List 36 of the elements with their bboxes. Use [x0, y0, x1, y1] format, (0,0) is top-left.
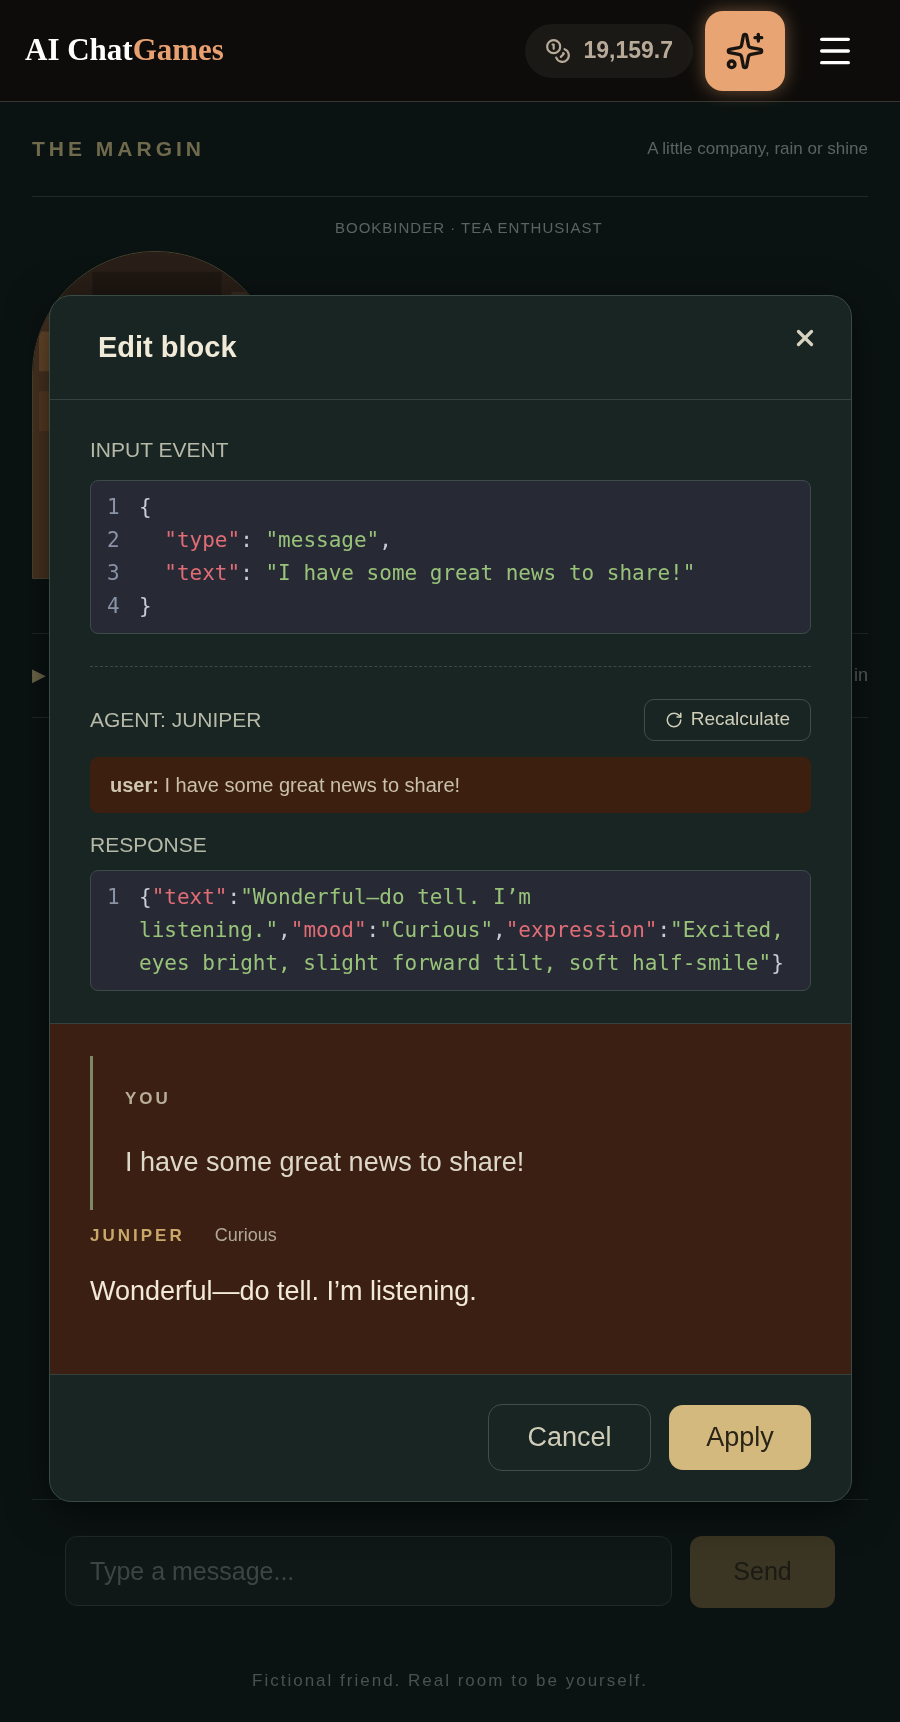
- row-text: in: [854, 664, 868, 687]
- recalculate-button[interactable]: Recalculate: [643, 698, 811, 741]
- apply-button[interactable]: Apply: [669, 1405, 811, 1470]
- footer-text: Fictional friend. Real room to be yourself.: [251, 1670, 649, 1692]
- agent-message: Wonderful—do tell. I’m listening.: [90, 1275, 478, 1308]
- section-label: RESPONSE: [90, 831, 208, 858]
- section-label: INPUT EVENT: [90, 437, 230, 463]
- sparkle-icon: [725, 30, 765, 71]
- coins-icon: [545, 37, 572, 64]
- section-label: AGENT: JUNIPER: [90, 706, 262, 733]
- prompt-message: user: I have some great news to share!: [90, 756, 811, 813]
- code-line: {"text":"Wonderful—do tell. I’m listening.","mood":"Curious","expression":"Excited, eyes bright, slight forward tilt, soft half-smile"}: [139, 884, 785, 977]
- character-role: BOOKBINDER · TEA ENTHUSIAST: [335, 218, 603, 238]
- code-line: "type": "message",: [163, 526, 393, 554]
- line-number: 1: [107, 884, 121, 911]
- line-number: 4: [107, 592, 121, 620]
- section-title: THE MARGIN: [32, 136, 205, 163]
- line-number: 2: [107, 526, 121, 554]
- line-number: 1: [107, 493, 121, 521]
- mood-label: Curious: [214, 1224, 277, 1247]
- code-editor[interactable]: 1 { 2 "type": "message", 3 "text": "I have some great news to share!" 4 }: [90, 479, 811, 634]
- logo[interactable]: AI ChatGames: [25, 27, 224, 74]
- code-line: {: [139, 493, 153, 521]
- dialog-title: Edit block: [98, 329, 237, 365]
- code-line: }: [139, 592, 153, 620]
- sparkle-button[interactable]: [705, 10, 785, 91]
- speaker-label: YOU: [125, 1088, 172, 1110]
- line-number: 3: [107, 559, 121, 587]
- cancel-button[interactable]: Cancel: [488, 1404, 651, 1471]
- code-editor[interactable]: 1 {"text":"Wonderful—do tell. I’m listening.","mood":"Curious","expression":"Excited, eyes bright, slight forward tilt, soft half-smile"}: [90, 870, 811, 991]
- balance-amount: 19,159.7: [583, 36, 673, 66]
- tagline: A little company, rain or shine: [647, 138, 868, 161]
- speaker-label: JUNIPER: [90, 1224, 185, 1247]
- code-line: "text": "I have some great news to share!": [163, 559, 697, 587]
- user-message: I have some great news to share!: [125, 1145, 526, 1179]
- refresh-icon: [664, 710, 683, 729]
